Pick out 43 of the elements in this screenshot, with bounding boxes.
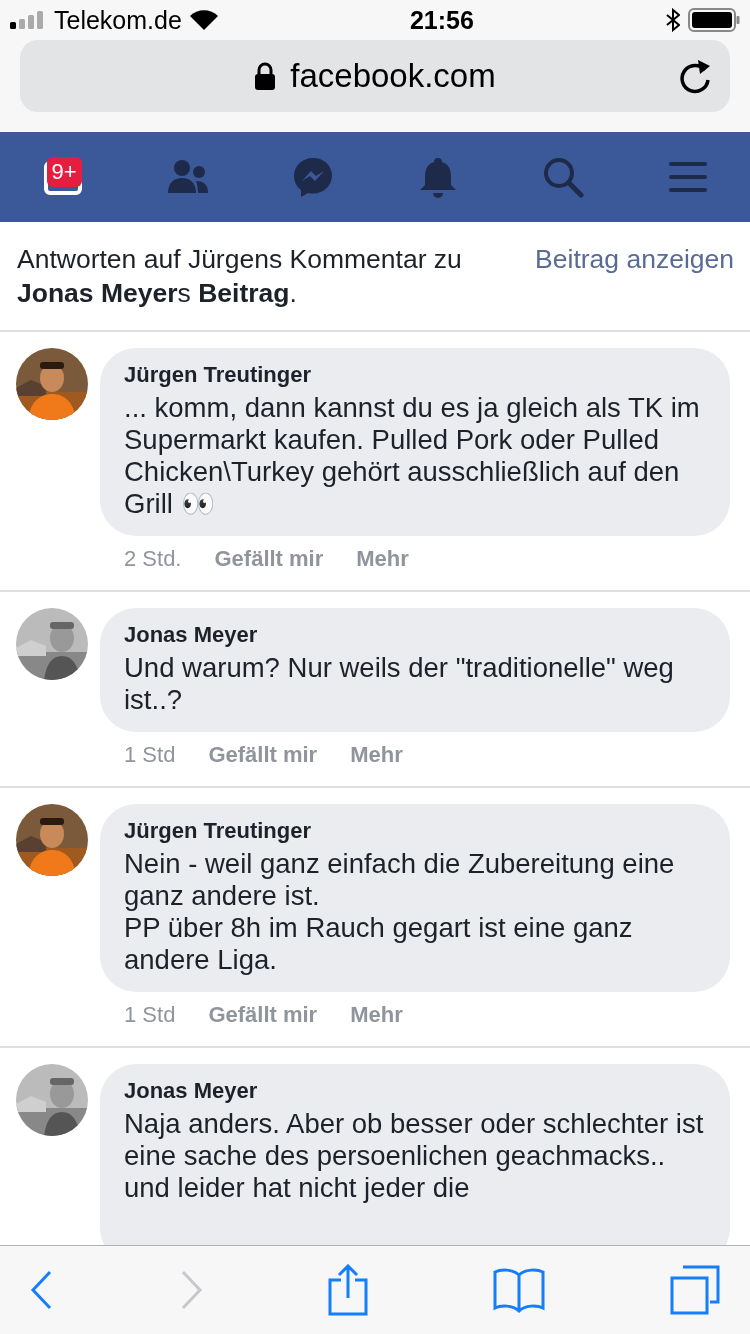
battery-icon xyxy=(688,8,740,32)
nav-tab[interactable]: 9+ xyxy=(32,147,93,207)
comment-text: ... komm, dann kannst du es ja gleich als TK im Supermarkt kaufen. Pulled Pork oder Pulled Chicken\Turkey gehört ausschließlich auf den Grill 👀 xyxy=(124,392,701,520)
wifi-icon xyxy=(189,10,218,30)
toolbar-button[interactable] xyxy=(670,1265,720,1315)
more-link[interactable]: Mehr xyxy=(350,1002,403,1028)
reload-icon[interactable] xyxy=(678,58,712,94)
notification-badge: 9+ xyxy=(46,157,82,187)
signal-icon xyxy=(10,11,46,29)
more-link[interactable]: Mehr xyxy=(350,742,403,768)
search-icon xyxy=(541,156,584,198)
like-link[interactable]: Gefällt mir xyxy=(214,546,324,572)
lock-icon xyxy=(254,62,277,90)
like-link[interactable]: Gefällt mir xyxy=(208,1002,318,1028)
bluetooth-icon xyxy=(666,8,680,32)
author-name[interactable]: Jürgen Treutinger xyxy=(124,818,706,844)
share-icon xyxy=(328,1264,368,1316)
url-text: facebook.com xyxy=(290,57,496,95)
address-bar[interactable]: facebook.com xyxy=(20,40,730,112)
like-link[interactable]: Gefällt mir xyxy=(208,742,318,768)
comment-time: 1 Std xyxy=(124,1002,176,1028)
comment-text: Naja anders. Aber ob besser oder schlechter ist eine sache des persoenlichen geachmacks.. und leider hat nicht jeder die xyxy=(124,1108,705,1204)
author-name[interactable]: Jürgen Treutinger xyxy=(124,362,706,388)
header-text: Antworten auf Jürgens Kommentar zu Jonas Meyers Beitrag. xyxy=(17,243,463,310)
author-name[interactable]: Jonas Meyer xyxy=(124,1078,706,1104)
toolbar-button[interactable] xyxy=(493,1267,545,1313)
carrier-name: Telekom.de xyxy=(54,5,182,35)
book-icon xyxy=(493,1267,545,1313)
comment-text: Nein - weil ganz einfach die Zubereitung eine ganz andere ist. PP über 8h im Rauch gegart ist eine ganz andere Liga. xyxy=(124,848,676,976)
more-link[interactable]: Mehr xyxy=(356,546,409,572)
view-post-link[interactable]: Beitrag anzeigen xyxy=(535,242,734,310)
author-name[interactable]: Jonas Meyer xyxy=(124,622,706,648)
comment-time: 1 Std xyxy=(124,742,176,768)
toolbar-button[interactable] xyxy=(328,1264,368,1316)
menu-icon xyxy=(668,161,707,193)
tabs-icon xyxy=(670,1265,720,1315)
forward-icon xyxy=(179,1270,203,1310)
toolbar-button[interactable] xyxy=(30,1270,54,1310)
comment-time: 2 Std. xyxy=(124,546,182,572)
clock-time: 21:56 xyxy=(409,5,474,35)
comment-text: Und warum? Nur weils der "traditionelle" weg ist..? xyxy=(124,652,675,716)
messenger-icon xyxy=(291,156,334,198)
back-icon xyxy=(30,1270,54,1310)
